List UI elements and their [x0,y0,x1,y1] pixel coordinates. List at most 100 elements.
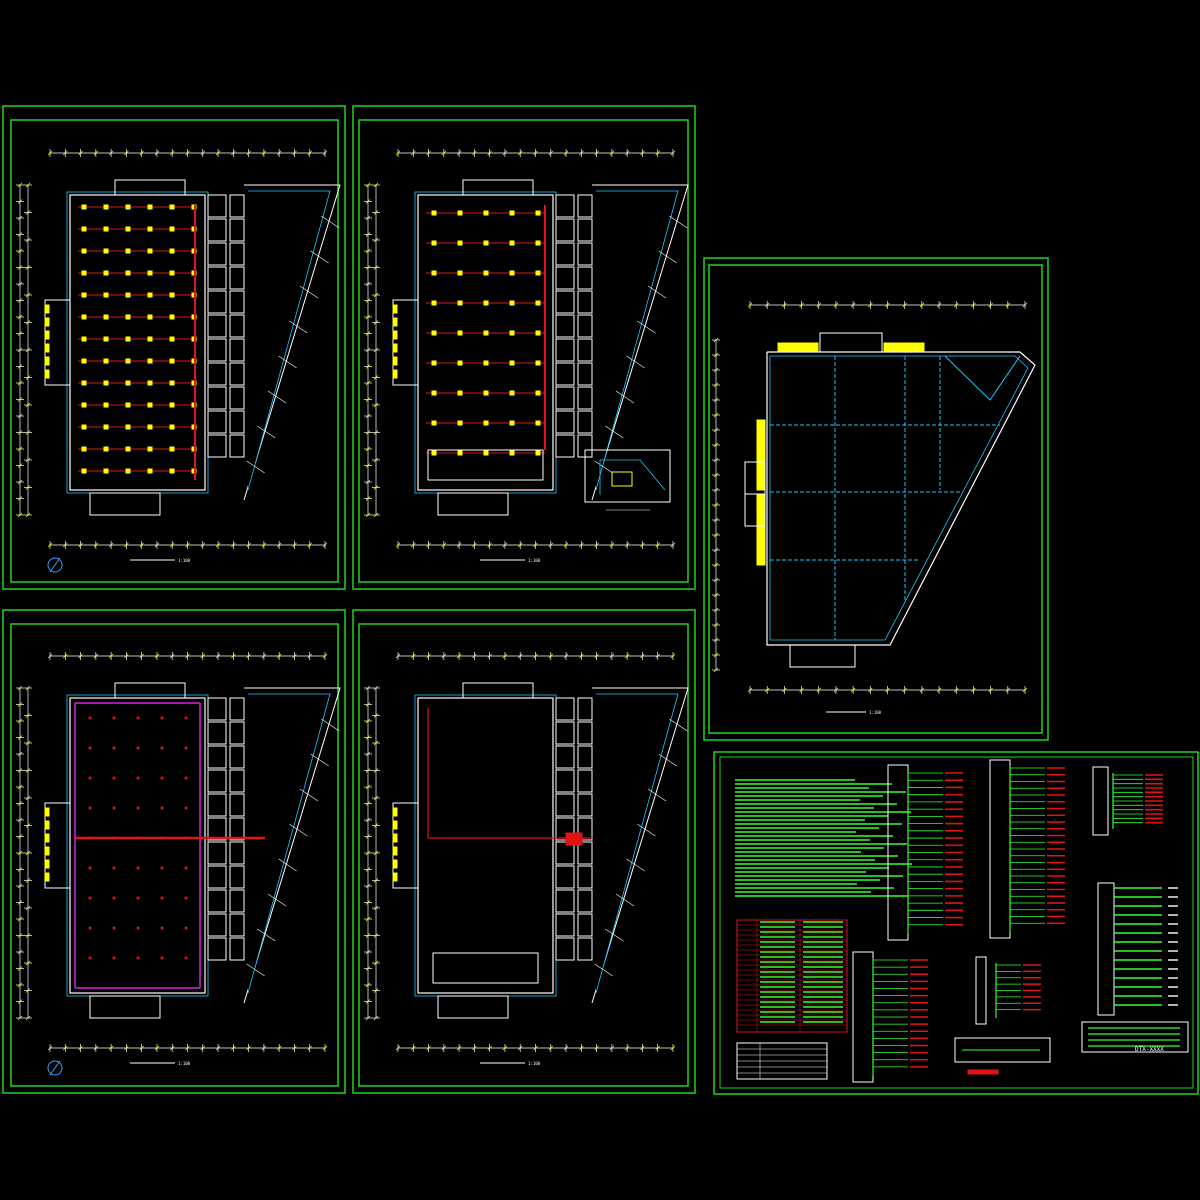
light-fixture-icon [81,446,87,452]
light-fixture-icon [431,330,437,336]
light-fixture-icon [81,292,87,298]
window-marker [44,317,50,327]
socket-icon [88,836,92,840]
light-fixture-icon [169,446,175,452]
light-fixture-icon [431,240,437,246]
light-fixture-icon [125,270,131,276]
socket-icon [136,956,140,960]
window-marker [392,343,398,353]
socket-icon [184,896,188,900]
light-fixture-icon [457,390,463,396]
light-fixture-icon [103,358,109,364]
light-fixture-icon [103,314,109,320]
light-fixture-icon [81,226,87,232]
socket-icon [112,956,116,960]
socket-icon [136,896,140,900]
light-fixture-icon [169,336,175,342]
light-fixture-icon [169,380,175,386]
socket-icon [88,746,92,750]
socket-icon [136,926,140,930]
light-fixture-icon [169,402,175,408]
light-fixture-icon [103,446,109,452]
light-fixture-icon [169,204,175,210]
light-fixture-icon [431,210,437,216]
light-fixture-icon [483,360,489,366]
window-marker [392,304,398,314]
socket-icon [88,956,92,960]
socket-icon [136,776,140,780]
light-fixture-icon [535,300,541,306]
parapet-marker [883,342,925,352]
light-fixture-icon [81,424,87,430]
light-fixture-icon [147,314,153,320]
socket-icon [184,956,188,960]
light-fixture-icon [147,248,153,254]
window-marker [44,343,50,353]
light-fixture-icon [483,450,489,456]
light-fixture-icon [509,450,515,456]
light-fixture-icon [509,210,515,216]
light-fixture-icon [509,270,515,276]
light-fixture-icon [509,420,515,426]
light-fixture-icon [457,210,463,216]
light-fixture-icon [147,270,153,276]
light-fixture-icon [483,270,489,276]
drawing-code: DTX-XXXX [1135,1046,1164,1053]
window-marker [392,356,398,366]
window-marker [392,369,398,379]
socket-icon [160,926,164,930]
socket-icon [160,806,164,810]
light-fixture-icon [457,270,463,276]
socket-icon [136,716,140,720]
socket-icon [136,746,140,750]
window-marker [392,859,398,869]
light-fixture-icon [483,330,489,336]
light-fixture-icon [431,300,437,306]
light-fixture-icon [483,300,489,306]
socket-icon [160,716,164,720]
socket-icon [136,836,140,840]
window-marker [392,872,398,882]
light-fixture-icon [125,292,131,298]
light-fixture-icon [169,468,175,474]
light-fixture-icon [147,336,153,342]
light-fixture-icon [125,402,131,408]
socket-icon [160,836,164,840]
scale-note: 1:100 [528,1061,541,1066]
window-marker [392,846,398,856]
light-fixture-icon [535,210,541,216]
light-fixture-icon [147,204,153,210]
light-fixture-icon [483,240,489,246]
socket-icon [136,806,140,810]
socket-icon [112,896,116,900]
socket-icon [88,866,92,870]
socket-icon [160,746,164,750]
socket-icon [184,776,188,780]
light-fixture-icon [125,226,131,232]
light-fixture-icon [535,270,541,276]
light-fixture-icon [147,358,153,364]
light-fixture-icon [169,270,175,276]
window-marker [44,369,50,379]
light-fixture-icon [431,390,437,396]
light-fixture-icon [457,240,463,246]
scale-note: 1:100 [869,710,882,715]
light-fixture-icon [509,330,515,336]
socket-icon [184,716,188,720]
light-fixture-icon [125,248,131,254]
window-marker [44,859,50,869]
light-fixture-icon [535,330,541,336]
socket-icon [112,746,116,750]
light-fixture-icon [81,314,87,320]
socket-icon [184,746,188,750]
light-fixture-icon [147,292,153,298]
light-fixture-icon [483,210,489,216]
window-marker [44,846,50,856]
window-marker [392,807,398,817]
light-fixture-icon [125,446,131,452]
light-fixture-icon [169,292,175,298]
socket-icon [184,926,188,930]
socket-icon [160,896,164,900]
light-fixture-icon [431,450,437,456]
socket-icon [184,866,188,870]
